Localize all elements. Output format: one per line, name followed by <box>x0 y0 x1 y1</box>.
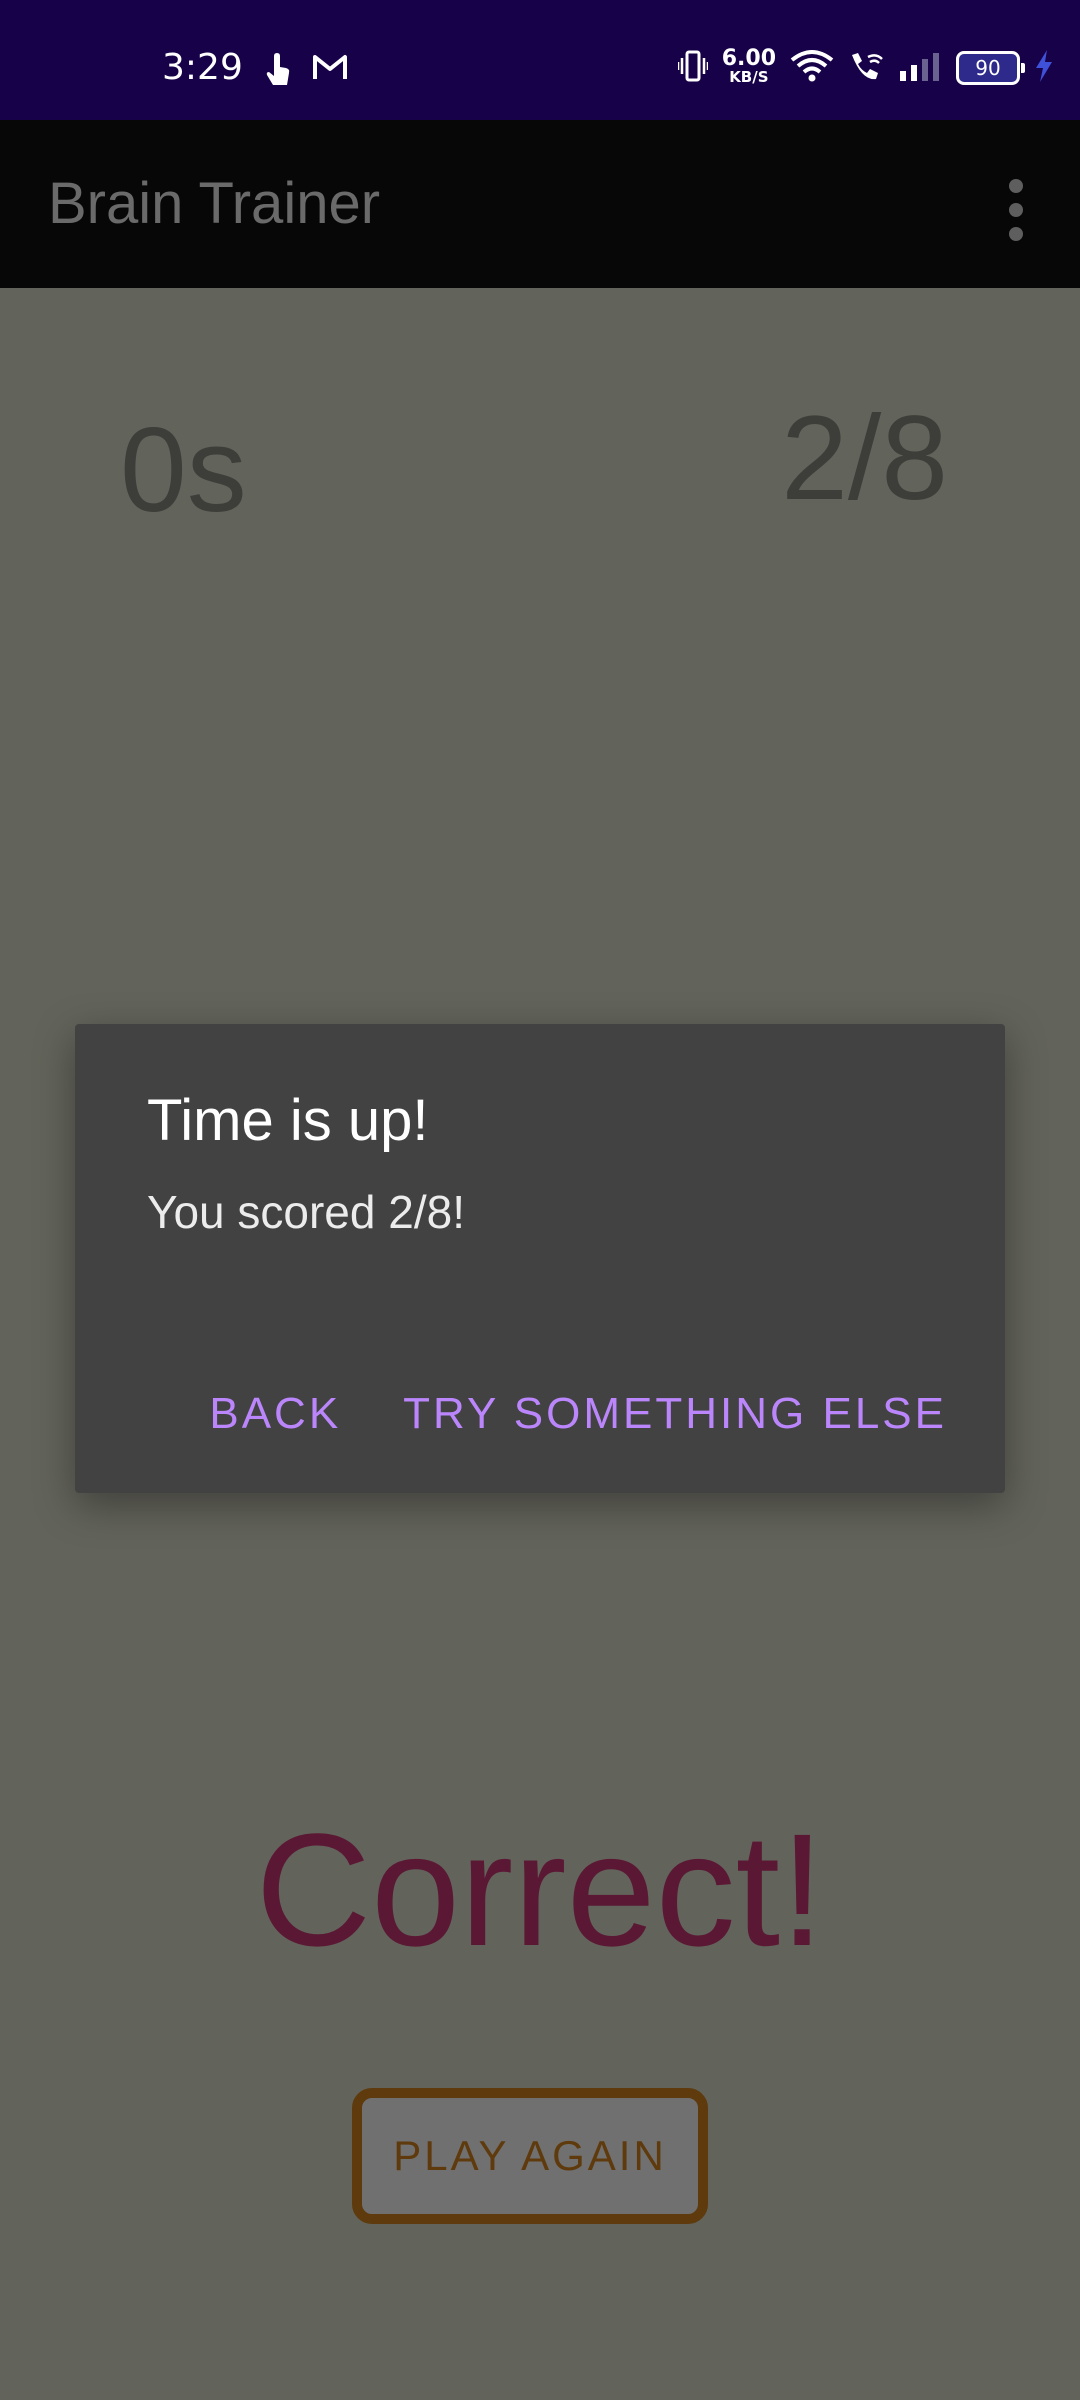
network-speed-unit: KB/S <box>729 68 769 86</box>
dialog-title: Time is up! <box>147 1088 429 1153</box>
timer-text: 0s <box>120 403 247 537</box>
more-vert-icon <box>976 179 1056 254</box>
network-speed-value: 6.00 <box>721 46 776 71</box>
back-button[interactable]: BACK <box>209 1386 341 1442</box>
app-bar: Brain Trainer <box>0 120 1080 288</box>
signal-icon <box>898 51 942 85</box>
network-speed: 6.00 KB/S <box>721 46 776 87</box>
wifi-call-icon <box>848 49 884 87</box>
charging-bolt-icon <box>1034 49 1054 87</box>
status-bar: 3:29 6.00 KB/S 90 <box>0 0 1080 120</box>
play-again-button[interactable]: PLAY AGAIN <box>352 2088 708 2224</box>
app-title: Brain Trainer <box>48 171 381 236</box>
status-right-icons: 6.00 KB/S 90 <box>676 46 1054 88</box>
time-up-dialog: Time is up! You scored 2/8! BACK TRY SOM… <box>75 1024 1005 1493</box>
try-something-else-button[interactable]: TRY SOMETHING ELSE <box>403 1386 947 1442</box>
overflow-menu-button[interactable] <box>976 170 1056 250</box>
gmail-icon <box>312 52 348 92</box>
wifi-icon <box>790 48 834 88</box>
vibrate-icon <box>676 49 709 87</box>
dialog-message: You scored 2/8! <box>147 1186 465 1238</box>
battery-indicator: 90 <box>956 51 1025 85</box>
status-time: 3:29 <box>162 47 243 88</box>
dialog-actions: BACK TRY SOMETHING ELSE <box>209 1386 947 1442</box>
result-text: Correct! <box>255 1800 825 1979</box>
score-text: 2/8 <box>781 391 948 525</box>
status-left-icons <box>262 52 348 92</box>
touch-hand-icon <box>262 52 294 92</box>
